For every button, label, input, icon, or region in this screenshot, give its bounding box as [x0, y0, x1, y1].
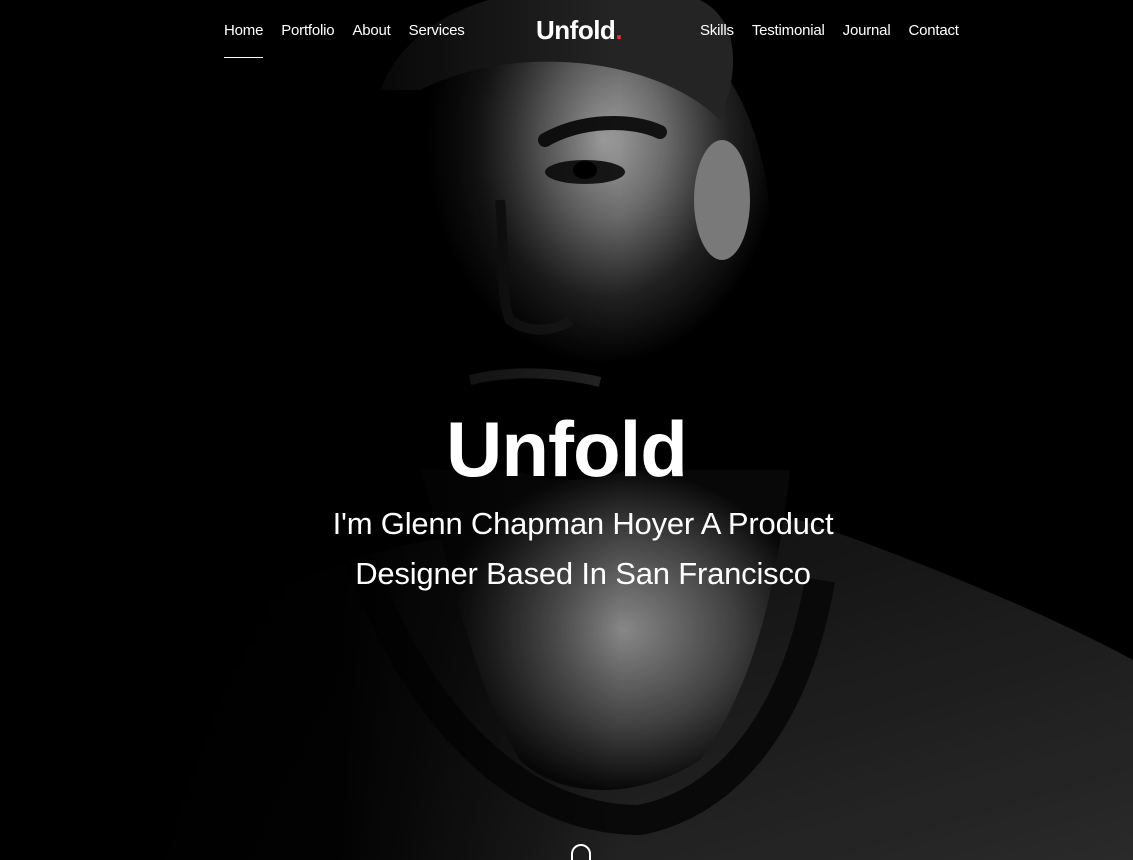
nav-link-testimonial[interactable]: Testimonial	[752, 22, 825, 45]
brand-name: Unfold	[536, 15, 616, 45]
brand-logo[interactable]: Unfold.	[536, 15, 623, 46]
main-navigation: Home Portfolio About Services Unfold. Sk…	[0, 0, 1133, 64]
nav-link-skills[interactable]: Skills	[700, 22, 734, 45]
hero-subtitle: I'm Glenn Chapman Hoyer A Product Design…	[332, 506, 834, 591]
mouse-scroll-icon[interactable]	[571, 844, 591, 860]
nav-left-group: Home Portfolio About Services	[224, 22, 483, 58]
hero-title: Unfold	[446, 405, 688, 494]
nav-link-contact[interactable]: Contact	[908, 22, 958, 45]
nav-link-about[interactable]: About	[352, 22, 390, 45]
nav-link-services[interactable]: Services	[409, 22, 465, 45]
brand-dot: .	[615, 15, 623, 45]
nav-link-home[interactable]: Home	[224, 22, 264, 58]
nav-link-journal[interactable]: Journal	[843, 22, 891, 45]
nav-right-group: Skills Testimonial Journal Contact	[700, 22, 959, 45]
nav-link-portfolio[interactable]: Portfolio	[281, 22, 334, 45]
